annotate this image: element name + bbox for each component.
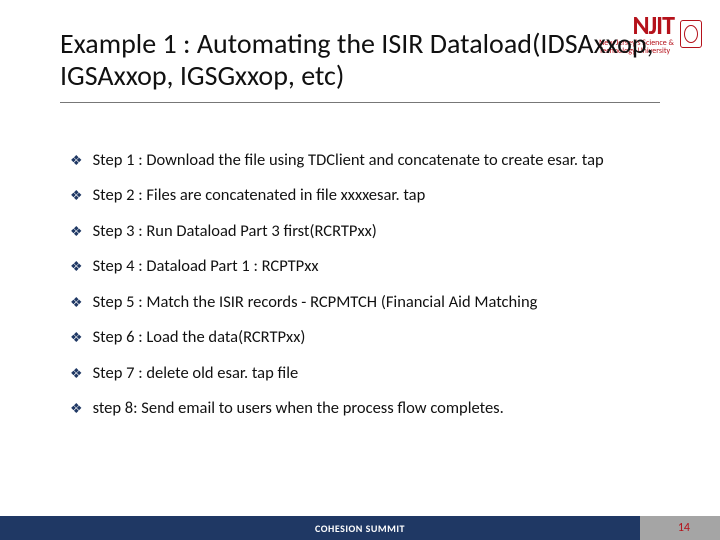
diamond-bullet-icon: ❖ — [70, 329, 83, 348]
bullet-text: step 8: Send email to users when the pro… — [93, 398, 504, 419]
bullet-text: Step 2 : Files are concatenated in file … — [93, 185, 426, 206]
diamond-bullet-icon: ❖ — [70, 258, 83, 277]
bullet-text: Step 1 : Download the file using TDClien… — [93, 150, 604, 171]
list-item: ❖ Step 4 : Dataload Part 1 : RCPTPxx — [70, 256, 650, 277]
slide-title: Example 1 : Automating the ISIR Dataload… — [60, 28, 660, 92]
footer-bar: COHESION SUMMIT — [0, 516, 720, 540]
diamond-bullet-icon: ❖ — [70, 294, 83, 313]
list-item: ❖ Step 7 : delete old esar. tap file — [70, 363, 650, 384]
bullet-text: Step 5 : Match the ISIR records - RCPMTC… — [93, 292, 538, 313]
slide: NJIT New Jersey's Science & Technology U… — [0, 0, 720, 540]
footer-label: COHESION SUMMIT — [315, 522, 405, 535]
list-item: ❖ Step 1 : Download the file using TDCli… — [70, 150, 650, 171]
diamond-bullet-icon: ❖ — [70, 365, 83, 384]
bullet-text: Step 7 : delete old esar. tap file — [93, 363, 299, 384]
list-item: ❖ Step 6 : Load the data(RCRTPxx) — [70, 327, 650, 348]
diamond-bullet-icon: ❖ — [70, 400, 83, 419]
bullet-text: Step 6 : Load the data(RCRTPxx) — [93, 327, 306, 348]
diamond-bullet-icon: ❖ — [70, 223, 83, 242]
seal-icon — [680, 20, 702, 48]
diamond-bullet-icon: ❖ — [70, 187, 83, 206]
diamond-bullet-icon: ❖ — [70, 152, 83, 171]
list-item: ❖ Step 5 : Match the ISIR records - RCPM… — [70, 292, 650, 313]
title-divider — [60, 102, 660, 103]
bullet-text: Step 4 : Dataload Part 1 : RCPTPxx — [93, 256, 319, 277]
list-item: ❖ Step 2 : Files are concatenated in fil… — [70, 185, 650, 206]
bullet-text: Step 3 : Run Dataload Part 3 first(RCRTP… — [93, 221, 377, 242]
list-item: ❖ step 8: Send email to users when the p… — [70, 398, 650, 419]
list-item: ❖ Step 3 : Run Dataload Part 3 first(RCR… — [70, 221, 650, 242]
page-number: 14 — [678, 521, 690, 535]
title-block: Example 1 : Automating the ISIR Dataload… — [60, 28, 660, 103]
content-area: ❖ Step 1 : Download the file using TDCli… — [70, 150, 650, 434]
